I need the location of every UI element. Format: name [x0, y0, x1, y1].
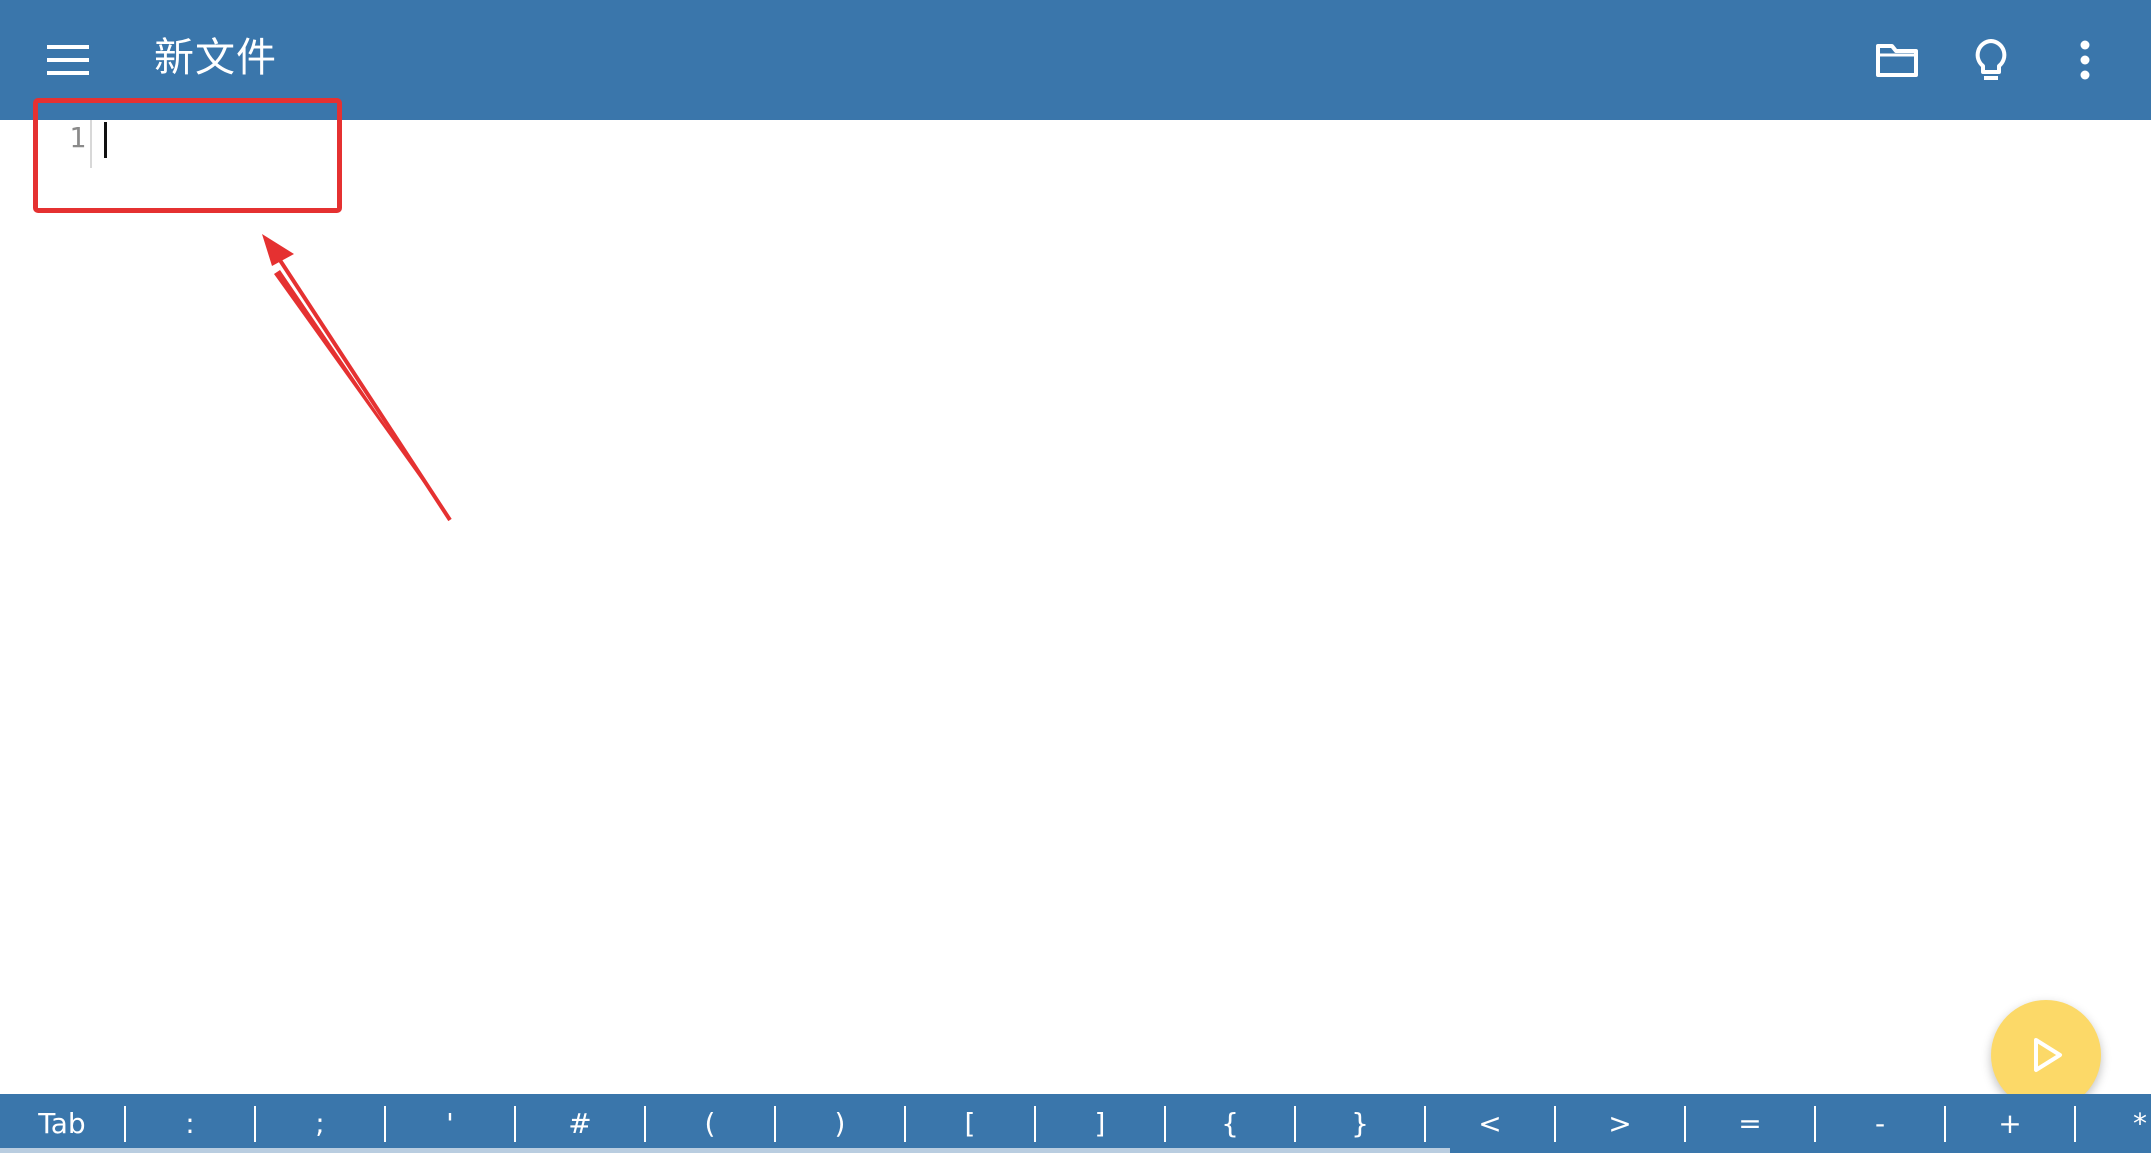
- symbol-key-less-than[interactable]: <: [1426, 1094, 1554, 1153]
- symbol-key-open-brace[interactable]: {: [1166, 1094, 1294, 1153]
- menu-button[interactable]: [30, 22, 106, 98]
- more-vert-icon: [2080, 40, 2090, 80]
- more-options-button[interactable]: [2047, 22, 2123, 98]
- tips-button[interactable]: [1953, 22, 2029, 98]
- page-title: 新文件: [154, 35, 277, 81]
- symbol-key-close-brace[interactable]: }: [1296, 1094, 1424, 1153]
- open-folder-button[interactable]: [1859, 22, 1935, 98]
- top-app-bar: 新文件: [0, 0, 2151, 120]
- line-number: 1: [69, 121, 86, 154]
- symbol-key-quote[interactable]: ': [386, 1094, 514, 1153]
- symbol-key-equals[interactable]: =: [1686, 1094, 1814, 1153]
- symbol-key-greater-than[interactable]: >: [1556, 1094, 1684, 1153]
- lightbulb-icon: [1975, 39, 2007, 80]
- symbol-key-open-paren[interactable]: (: [646, 1094, 774, 1153]
- symbol-key-close-paren[interactable]: ): [776, 1094, 904, 1153]
- folder-icon: [1876, 44, 1918, 77]
- symbol-input-bar: Tab : ; ' # ( ) [ ] { } < > = - + *: [0, 1094, 2151, 1153]
- symbol-key-minus[interactable]: -: [1816, 1094, 1944, 1153]
- screen: 新文件 1 Tab: ; ' # () [] {} < > = - + …: [0, 0, 2151, 1153]
- symbol-bar-scroll-indicator: [0, 1148, 1450, 1153]
- gutter-separator: [90, 120, 92, 168]
- symbol-key-tab[interactable]: Tab: [0, 1094, 124, 1153]
- play-icon: [2034, 1038, 2062, 1072]
- symbol-key-semicolon[interactable]: ;: [256, 1094, 384, 1153]
- code-line[interactable]: [100, 118, 2060, 158]
- symbol-key-hash[interactable]: #: [516, 1094, 644, 1153]
- symbol-key-plus[interactable]: +: [1946, 1094, 2074, 1153]
- symbol-key-asterisk[interactable]: *: [2076, 1094, 2151, 1153]
- text-cursor: [104, 122, 107, 158]
- code-editor[interactable]: [0, 120, 2151, 1094]
- symbol-key-open-bracket[interactable]: [: [906, 1094, 1034, 1153]
- hamburger-menu-icon: [47, 45, 89, 75]
- symbol-key-colon[interactable]: :: [126, 1094, 254, 1153]
- symbol-key-close-bracket[interactable]: ]: [1036, 1094, 1164, 1153]
